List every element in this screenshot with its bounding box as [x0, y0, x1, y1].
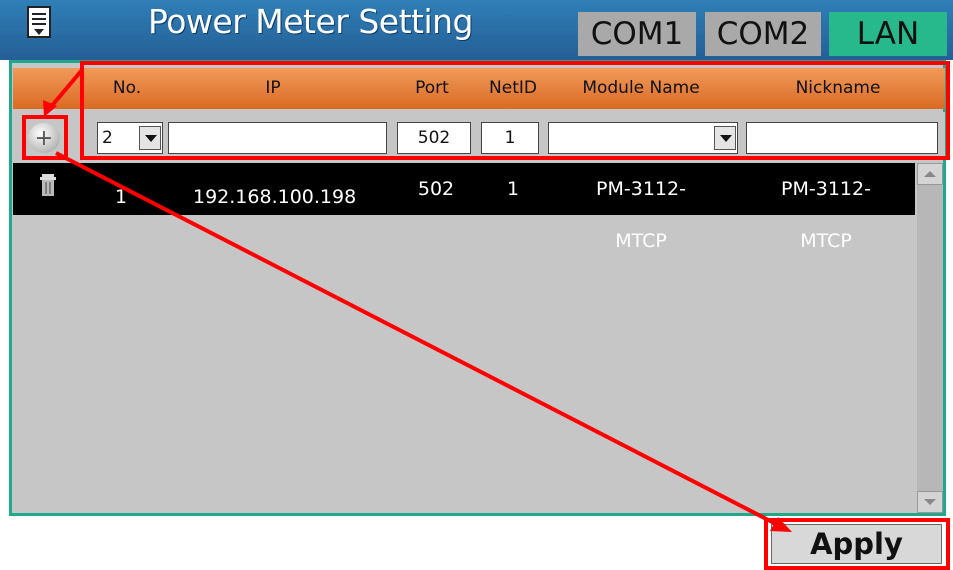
scroll-up-icon[interactable] [917, 163, 943, 185]
add-icon[interactable]: + [28, 123, 60, 153]
dropdown-arrow-icon[interactable] [139, 126, 161, 150]
netid-field[interactable]: 1 [481, 122, 539, 154]
column-nickname: Nickname [795, 78, 881, 98]
trash-icon[interactable] [39, 173, 57, 197]
column-port: Port [415, 78, 449, 98]
row-ip: 192.168.100.198 [193, 186, 357, 208]
nickname-field[interactable] [746, 122, 938, 154]
row-port: 502 [417, 178, 455, 200]
module-name-select[interactable] [548, 122, 738, 154]
no-select[interactable]: 2 [97, 122, 163, 154]
menu-icon[interactable] [26, 6, 56, 40]
tab-lan[interactable]: LAN [829, 12, 947, 56]
column-module-name: Module Name [582, 78, 700, 98]
row-no: 1 [114, 186, 128, 208]
ip-field[interactable] [168, 122, 387, 154]
port-field-value: 502 [417, 128, 451, 148]
table-row[interactable]: 1 192.168.100.198 502 1 PM-3112-MTCP PM-… [13, 163, 915, 252]
row-module-name: PM-3112-MTCP [596, 178, 686, 252]
nickname-field-value [747, 128, 751, 148]
apply-button[interactable]: Apply [771, 524, 942, 564]
scrollbar[interactable] [917, 163, 943, 513]
tab-com2[interactable]: COM2 [705, 12, 821, 56]
scroll-down-icon[interactable] [917, 491, 943, 513]
tab-com1[interactable]: COM1 [578, 12, 696, 56]
table-header: No. IP Port NetID Module Name Nickname [13, 68, 945, 109]
column-ip: IP [265, 78, 281, 98]
column-no: No. [112, 78, 142, 98]
page-title: Power Meter Setting [148, 2, 474, 41]
row-netid: 1 [506, 178, 520, 200]
column-netid: NetID [489, 78, 537, 98]
module-select-value [549, 128, 553, 148]
row-nickname: PM-3112-MTCP [781, 178, 871, 252]
port-field[interactable]: 502 [397, 122, 471, 154]
netid-field-value: 1 [504, 128, 516, 148]
no-select-value: 2 [102, 128, 113, 148]
dropdown-arrow-icon[interactable] [714, 126, 736, 150]
ip-field-value [169, 128, 173, 148]
